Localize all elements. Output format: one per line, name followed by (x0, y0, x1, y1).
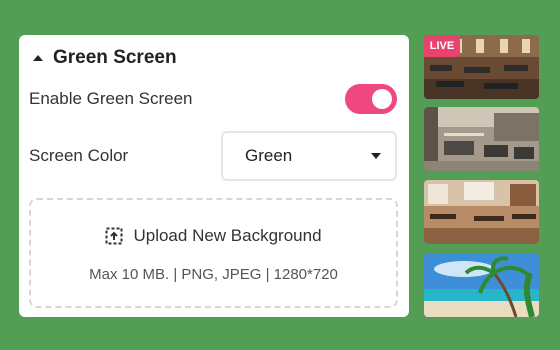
background-thumbnail-restaurant-3[interactable] (424, 180, 539, 244)
screen-color-row: Screen Color Green (29, 130, 397, 182)
upload-button-label: Upload New Background (133, 226, 322, 245)
upload-icon (105, 227, 123, 245)
panel-title: Green Screen (53, 47, 177, 68)
upload-hint: Max 10 MB. | PNG, JPEG | 1280*720 (89, 266, 338, 283)
enable-green-screen-toggle[interactable] (345, 84, 397, 114)
toggle-knob (372, 89, 392, 109)
screen-color-value: Green (245, 146, 293, 165)
background-thumbnail-restaurant-2[interactable] (424, 107, 539, 171)
background-thumbnail-beach[interactable] (424, 253, 539, 317)
restaurant-image (424, 107, 539, 171)
panel-header[interactable]: Green Screen (33, 47, 177, 69)
chevron-down-icon (371, 153, 381, 159)
beach-image (424, 253, 539, 317)
upload-dropzone[interactable]: Upload New Background Max 10 MB. | PNG, … (29, 198, 398, 308)
background-thumbnail-restaurant-1[interactable]: LIVE (424, 35, 539, 99)
collapse-caret-icon[interactable] (33, 55, 43, 61)
enable-green-screen-row: Enable Green Screen (29, 83, 397, 115)
upload-button[interactable]: Upload New Background (31, 226, 396, 246)
screen-color-label: Screen Color (29, 146, 129, 165)
restaurant-image (424, 180, 539, 244)
live-badge: LIVE (424, 35, 460, 57)
enable-green-screen-label: Enable Green Screen (29, 89, 193, 108)
screen-color-select[interactable]: Green (221, 131, 397, 181)
green-screen-panel: Green Screen Enable Green Screen Screen … (19, 35, 409, 317)
